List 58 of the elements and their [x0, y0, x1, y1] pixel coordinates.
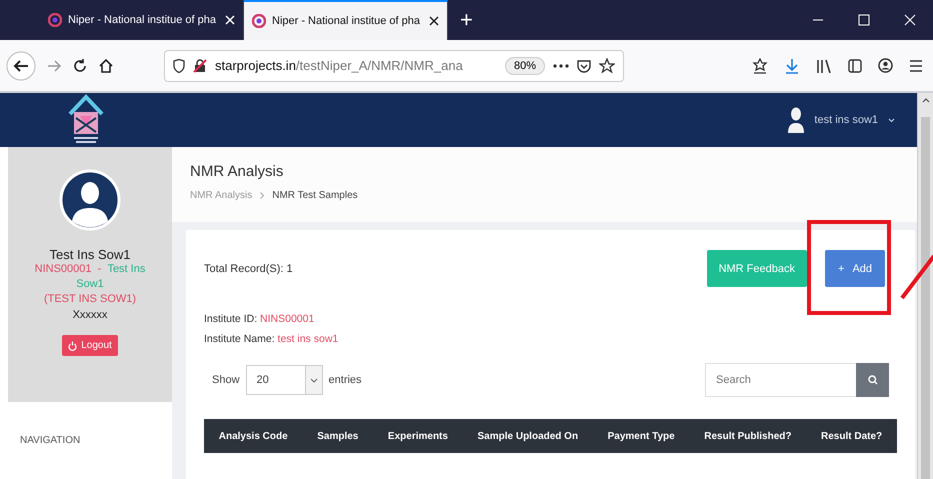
column-header[interactable]: Analysis Code — [218, 430, 288, 442]
chevron-down-icon — [310, 378, 318, 382]
breadcrumb-item: NMR Test Samples — [272, 190, 358, 201]
browser-logo-icon — [252, 14, 266, 28]
sidebar-icon[interactable] — [848, 58, 862, 72]
add-button[interactable]: + Add — [825, 250, 886, 287]
search-icon — [868, 375, 878, 385]
download-icon[interactable] — [784, 58, 800, 74]
star-list-icon[interactable] — [752, 58, 768, 74]
library-icon[interactable] — [816, 58, 832, 72]
shield-icon[interactable] — [173, 58, 185, 72]
total-records-text: Total Record(S): 1 — [204, 262, 293, 274]
address-bar[interactable]: starprojects.in/testNiper_A/NMR/NMR_ana 80% — [164, 50, 624, 82]
institute-logo-drawing — [66, 94, 106, 146]
profile-name: Test Ins Sow1 — [50, 247, 130, 262]
column-header[interactable]: Payment Type — [608, 430, 675, 442]
back-icon[interactable] — [6, 50, 36, 80]
column-header[interactable]: Samples — [317, 430, 358, 442]
show-label: Show — [212, 374, 240, 386]
menu-icon[interactable] — [909, 60, 923, 72]
account-icon[interactable] — [878, 58, 893, 73]
column-header[interactable]: Result Date? — [821, 430, 882, 442]
institute-name-caps: (TEST INS SOW1) — [42, 292, 138, 307]
zoom-level[interactable]: 80% — [504, 56, 545, 74]
pocket-icon[interactable] — [577, 58, 591, 72]
institute-name-text: Institute Name: test ins sow1 — [204, 332, 340, 347]
logout-button[interactable]: Logout — [62, 335, 118, 356]
home-icon[interactable] — [98, 58, 114, 74]
chevron-down-icon[interactable] — [888, 118, 896, 122]
role-text: Xxxxxx — [72, 309, 108, 321]
column-header[interactable]: Result Published? — [704, 430, 792, 442]
scrollbar-thumb[interactable] — [921, 117, 930, 479]
close-icon[interactable] — [429, 16, 439, 26]
entries-label: entries — [328, 374, 362, 386]
star-icon[interactable] — [599, 58, 615, 74]
search-field[interactable]: Search — [705, 363, 856, 397]
column-header[interactable]: Experiments — [388, 430, 448, 442]
user-silhouette-icon — [788, 107, 804, 133]
reload-icon[interactable] — [72, 58, 88, 74]
new-tab-button[interactable]: + — [448, 0, 485, 40]
url-text: starprojects.in/testNiper_A/NMR/NMR_ana — [215, 58, 463, 73]
page-title: NMR Analysis — [190, 163, 284, 180]
browser-logo-icon — [48, 13, 62, 27]
institute-id-text: Institute ID: NINS00001 — [204, 312, 316, 327]
chevron-right-icon — [260, 192, 264, 199]
column-header[interactable]: Sample Uploaded On — [478, 430, 578, 442]
scroll-up-icon[interactable] — [922, 97, 930, 103]
page-size-select[interactable]: 20 — [246, 365, 323, 395]
forward-icon[interactable] — [46, 58, 62, 74]
navigation-heading: NAVIGATION — [19, 434, 82, 448]
institute-code-line: NINS00001 - Test Ins Sow1 — [34, 262, 146, 292]
avatar-silhouette — [59, 169, 121, 231]
browser-tab[interactable]: Niper - National institue of pha — [244, 0, 448, 40]
insecure-lock-icon[interactable] — [193, 58, 207, 72]
user-menu[interactable]: test ins sow1 — [814, 114, 878, 126]
more-icon[interactable] — [553, 64, 569, 68]
power-icon — [68, 340, 78, 350]
search-button[interactable] — [856, 363, 890, 397]
